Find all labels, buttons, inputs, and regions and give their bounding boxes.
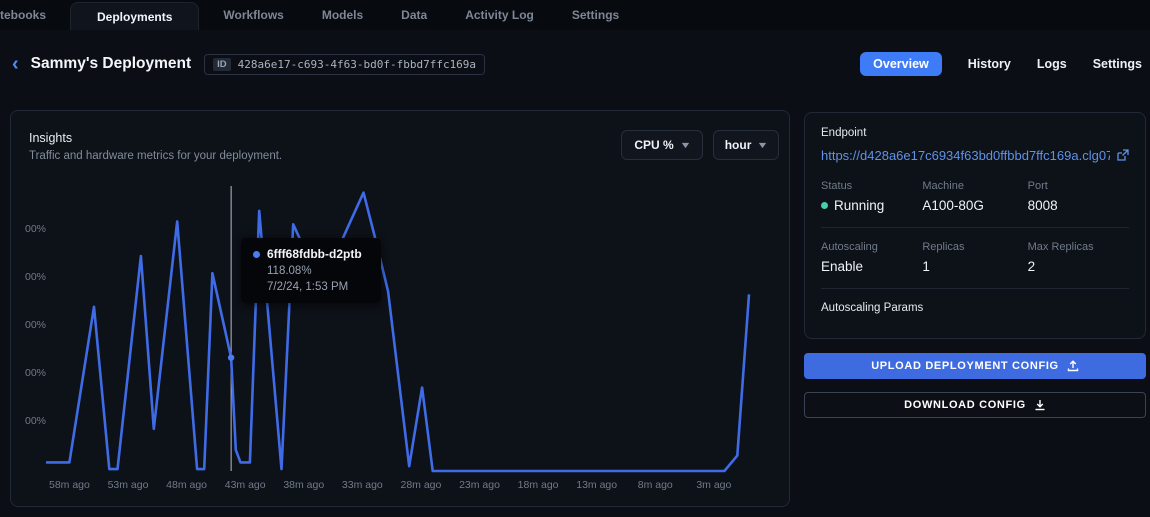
cpu-line-chart[interactable]	[11, 181, 791, 491]
deployment-id-badge[interactable]: ID 428a6e17-c693-4f63-bd0f-fbbd7ffc169a	[204, 53, 486, 75]
x-tick-label: 13m ago	[576, 479, 618, 491]
tab-overview[interactable]: Overview	[860, 52, 942, 76]
endpoint-title: Endpoint	[821, 127, 867, 139]
x-tick-label: 48m ago	[166, 479, 208, 491]
status-value: Running	[821, 198, 922, 213]
nav-tab-models[interactable]: Models	[312, 0, 373, 30]
tooltip-series-name: 6fff68fdbb-d2ptb	[267, 247, 362, 261]
chevron-down-icon: ▼	[756, 140, 770, 150]
x-tick-label: 38m ago	[283, 479, 325, 491]
page-title: Sammy's Deployment	[30, 55, 192, 72]
hovered-point-dot	[227, 354, 235, 361]
nav-tab-data[interactable]: Data	[391, 0, 437, 30]
x-tick-label: 53m ago	[107, 479, 149, 491]
series-dot-icon	[253, 250, 260, 258]
download-config-button[interactable]: DOWNLOAD CONFIG	[804, 392, 1146, 418]
tab-settings[interactable]: Settings	[1093, 57, 1142, 71]
id-label: ID	[213, 57, 231, 71]
insights-subtitle: Traffic and hardware metrics for your de…	[29, 150, 283, 162]
divider	[821, 288, 1129, 289]
autoscaling-label: Autoscaling	[821, 241, 878, 253]
chart-tooltip: 6fff68fdbb-d2ptb 118.08% 7/2/24, 1:53 PM	[241, 238, 381, 303]
x-tick-label: 43m ago	[224, 479, 266, 491]
machine-label: Machine	[922, 180, 964, 192]
port-value: 8008	[1027, 198, 1058, 213]
tab-logs[interactable]: Logs	[1037, 57, 1067, 71]
x-tick-label: 58m ago	[48, 479, 90, 491]
series-line	[46, 191, 751, 473]
interval-dropdown-value: hour	[724, 138, 752, 152]
top-nav: tebooks Deployments Workflows Models Dat…	[0, 0, 1150, 30]
x-tick-label: 33m ago	[341, 479, 383, 491]
x-tick-label: 18m ago	[517, 479, 559, 491]
y-tick-label: 00%	[25, 319, 47, 331]
max-replicas-value: 2	[1027, 259, 1036, 274]
view-switcher: Overview History Logs Settings	[860, 52, 1142, 76]
x-tick-label: 28m ago	[400, 479, 442, 491]
endpoint-url-link[interactable]: https://d428a6e17c6934f63bd0ffbbd7ffc169…	[821, 148, 1110, 163]
nav-tab-notebooks[interactable]: tebooks	[0, 0, 56, 30]
tab-history[interactable]: History	[968, 57, 1011, 71]
upload-icon	[1067, 360, 1079, 372]
insights-card: Insights Traffic and hardware metrics fo…	[10, 110, 790, 507]
interval-dropdown[interactable]: hour ▼	[713, 130, 779, 160]
y-tick-label: 00%	[25, 271, 47, 283]
nav-tab-settings[interactable]: Settings	[562, 0, 629, 30]
chevron-down-icon: ▼	[678, 140, 692, 150]
metric-dropdown-value: CPU %	[634, 138, 674, 152]
status-running-dot-icon	[821, 202, 828, 209]
y-tick-label: 00%	[25, 223, 47, 235]
x-tick-label: 8m ago	[637, 479, 673, 491]
insights-title: Insights	[29, 131, 73, 145]
tooltip-value: 118.08%	[267, 265, 312, 277]
back-icon[interactable]: ‹	[8, 54, 23, 74]
y-tick-label: 00%	[25, 367, 47, 379]
tooltip-time: 7/2/24, 1:53 PM	[267, 281, 349, 293]
autoscaling-value: Enable	[821, 259, 864, 274]
nav-tab-workflows[interactable]: Workflows	[213, 0, 293, 30]
nav-tab-deployments[interactable]: Deployments	[70, 2, 200, 30]
upload-deployment-config-button[interactable]: UPLOAD DEPLOYMENT CONFIG	[804, 353, 1146, 379]
y-tick-label: 00%	[25, 415, 47, 427]
external-link-icon[interactable]	[1116, 149, 1129, 162]
replicas-value: 1	[922, 259, 930, 274]
deployment-header: ‹ Sammy's Deployment ID 428a6e17-c693-4f…	[0, 30, 1150, 98]
deployment-id-value: 428a6e17-c693-4f63-bd0f-fbbd7ffc169a	[237, 57, 477, 71]
x-tick-label: 23m ago	[459, 479, 500, 491]
machine-value: A100-80G	[922, 198, 984, 213]
nav-tab-activity-log[interactable]: Activity Log	[455, 0, 544, 30]
endpoint-card: Endpoint https://d428a6e17c6934f63bd0ffb…	[804, 112, 1146, 339]
download-icon	[1034, 399, 1046, 411]
replicas-label: Replicas	[922, 241, 965, 253]
x-tick-label: 3m ago	[696, 479, 732, 491]
port-label: Port	[1027, 180, 1048, 192]
chart-canvas	[46, 186, 751, 473]
autoscaling-params-title: Autoscaling Params	[821, 302, 924, 314]
metric-dropdown[interactable]: CPU % ▼	[621, 130, 703, 160]
status-label: Status	[821, 180, 853, 192]
divider	[821, 227, 1129, 228]
max-replicas-label: Max Replicas	[1027, 241, 1094, 253]
